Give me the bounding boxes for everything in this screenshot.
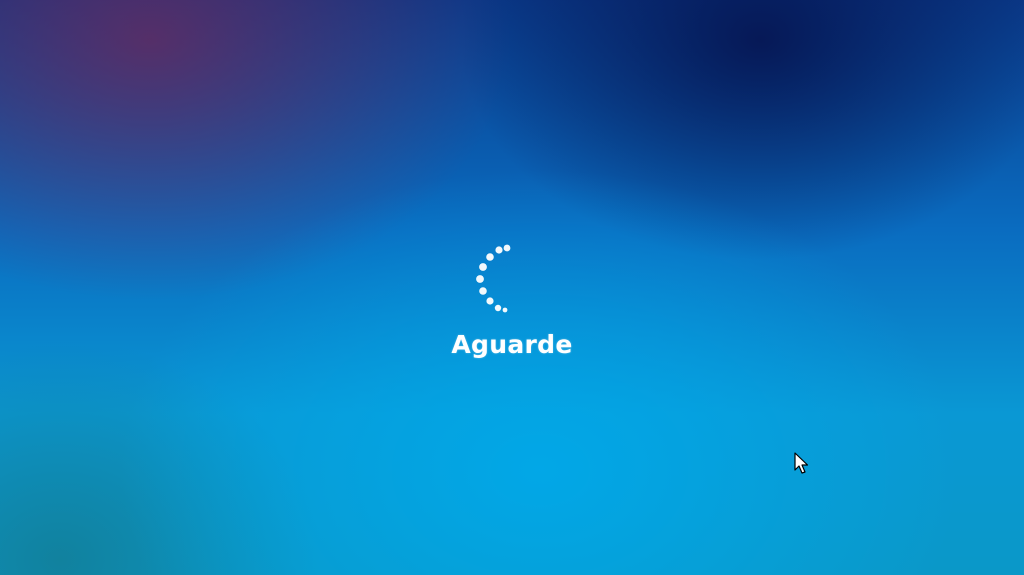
spinner-dot [479, 287, 487, 295]
loading-screen: Aguarde [0, 0, 1024, 575]
spinner-dot [503, 244, 511, 252]
spinner-dot [502, 307, 508, 313]
spinner-dot [494, 304, 502, 312]
mouse-pointer-icon [794, 452, 809, 474]
loading-spinner-icon [476, 244, 511, 313]
spinner-dot [486, 297, 494, 305]
spinner-dot [486, 253, 494, 261]
status-text: Aguarde [451, 330, 573, 359]
spinner-dot [495, 246, 503, 254]
spinner-dot [479, 263, 487, 271]
spinner-dot [476, 275, 484, 283]
